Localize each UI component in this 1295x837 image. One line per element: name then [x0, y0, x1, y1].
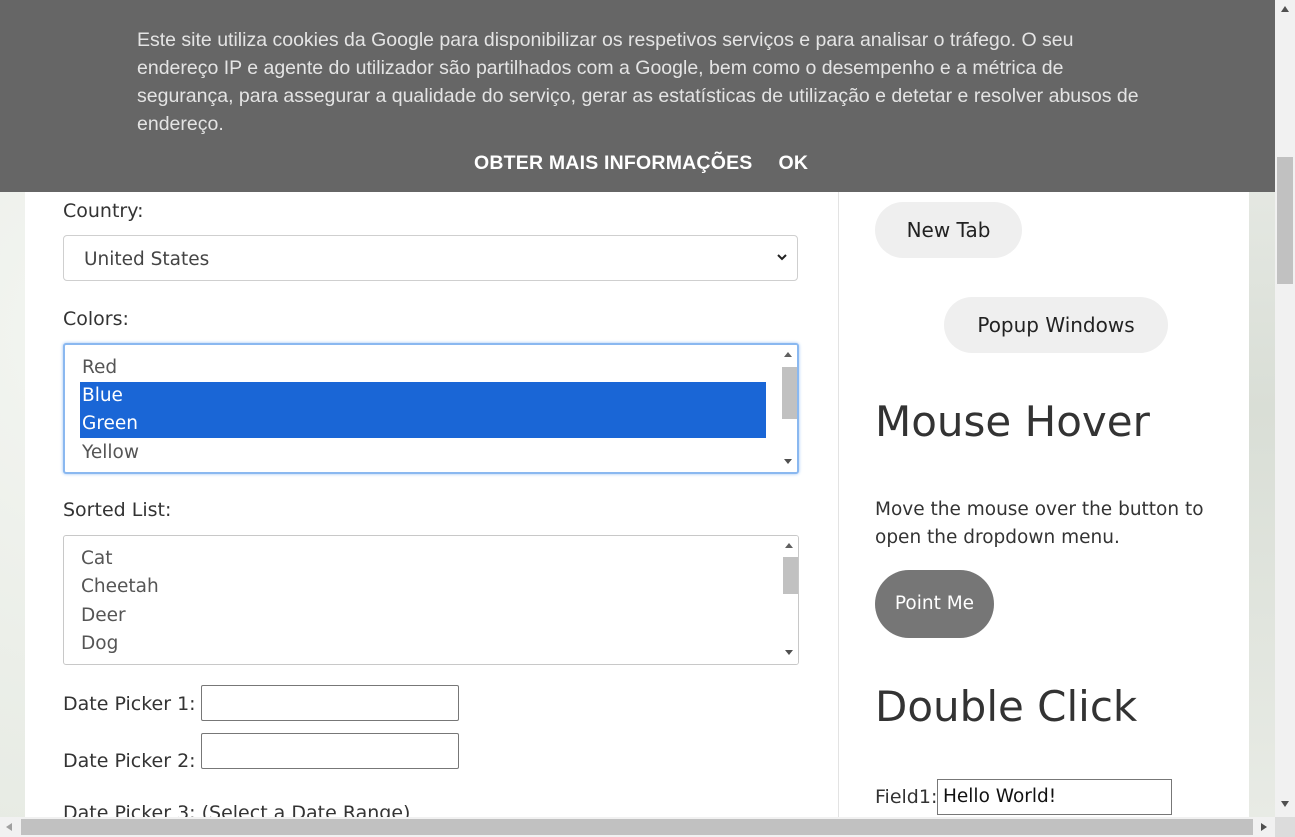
- scroll-up-icon[interactable]: [784, 352, 792, 357]
- country-select-value: United States: [84, 249, 210, 270]
- sorted-scroll-thumb[interactable]: [783, 557, 798, 594]
- new-tab-button[interactable]: New Tab: [875, 202, 1022, 258]
- vertical-scrollbar[interactable]: [1275, 0, 1295, 817]
- date-picker-3-label-text: Date Picker 3: (Select a Date Range): [63, 802, 411, 817]
- scroll-down-icon[interactable]: [784, 459, 792, 464]
- date-picker-2-input[interactable]: [201, 733, 459, 769]
- date-picker-1-input[interactable]: [201, 685, 459, 721]
- scroll-down-icon[interactable]: [1281, 801, 1289, 807]
- scroll-right-icon[interactable]: [1261, 823, 1267, 831]
- cookie-actions: OBTER MAIS INFORMAÇÕES OK: [474, 152, 808, 175]
- field1-input[interactable]: Hello World!: [937, 779, 1172, 815]
- sorted-option[interactable]: Dog: [79, 630, 765, 658]
- date-picker-1-label: Date Picker 1:: [63, 693, 196, 715]
- cookie-banner: Este site utiliza cookies da Google para…: [0, 0, 1275, 192]
- sorted-scrollbar[interactable]: [780, 536, 798, 664]
- scroll-down-icon[interactable]: [785, 650, 793, 655]
- country-label: Country:: [63, 200, 144, 222]
- scroll-left-icon[interactable]: [6, 823, 12, 831]
- sorted-list-label: Sorted List:: [63, 499, 172, 521]
- popup-windows-button[interactable]: Popup Windows: [944, 297, 1168, 353]
- country-select[interactable]: United States: [63, 235, 798, 281]
- colors-option[interactable]: Yellow: [80, 439, 766, 467]
- sorted-option[interactable]: Cheetah: [79, 573, 765, 601]
- more-info-link[interactable]: OBTER MAIS INFORMAÇÕES: [474, 152, 753, 175]
- colors-option[interactable]: Red: [80, 354, 766, 382]
- scrollbar-corner: [1275, 817, 1295, 837]
- colors-scrollbar[interactable]: [779, 345, 797, 472]
- double-click-heading: Double Click: [875, 682, 1138, 731]
- colors-option[interactable]: Green: [80, 410, 766, 438]
- vertical-scroll-thumb[interactable]: [1277, 157, 1293, 284]
- scroll-up-icon[interactable]: [1281, 6, 1289, 12]
- ok-button[interactable]: OK: [779, 152, 809, 175]
- mouse-hover-description: Move the mouse over the button to open t…: [875, 499, 1204, 548]
- date-picker-2-label: Date Picker 2:: [63, 750, 196, 772]
- sorted-listbox[interactable]: Cat Cheetah Deer Dog: [63, 535, 799, 665]
- cookie-banner-text: Este site utiliza cookies da Google para…: [137, 29, 1139, 135]
- colors-listbox[interactable]: Red Blue Green Yellow: [63, 343, 799, 474]
- colors-scroll-thumb[interactable]: [782, 367, 797, 419]
- horizontal-scroll-thumb[interactable]: [21, 819, 1253, 835]
- mouse-hover-heading: Mouse Hover: [875, 397, 1150, 446]
- colors-option[interactable]: Blue: [80, 382, 766, 410]
- field1-label: Field1:: [875, 786, 938, 808]
- colors-label: Colors:: [63, 308, 129, 330]
- scroll-up-icon[interactable]: [785, 543, 793, 548]
- point-me-button[interactable]: Point Me: [875, 570, 994, 638]
- sorted-option[interactable]: Cat: [79, 545, 765, 573]
- chevron-down-icon: [777, 254, 787, 261]
- sorted-option[interactable]: Deer: [79, 602, 765, 630]
- date-picker-3-label: Date Picker 3: (Select a Date Range): [63, 802, 410, 817]
